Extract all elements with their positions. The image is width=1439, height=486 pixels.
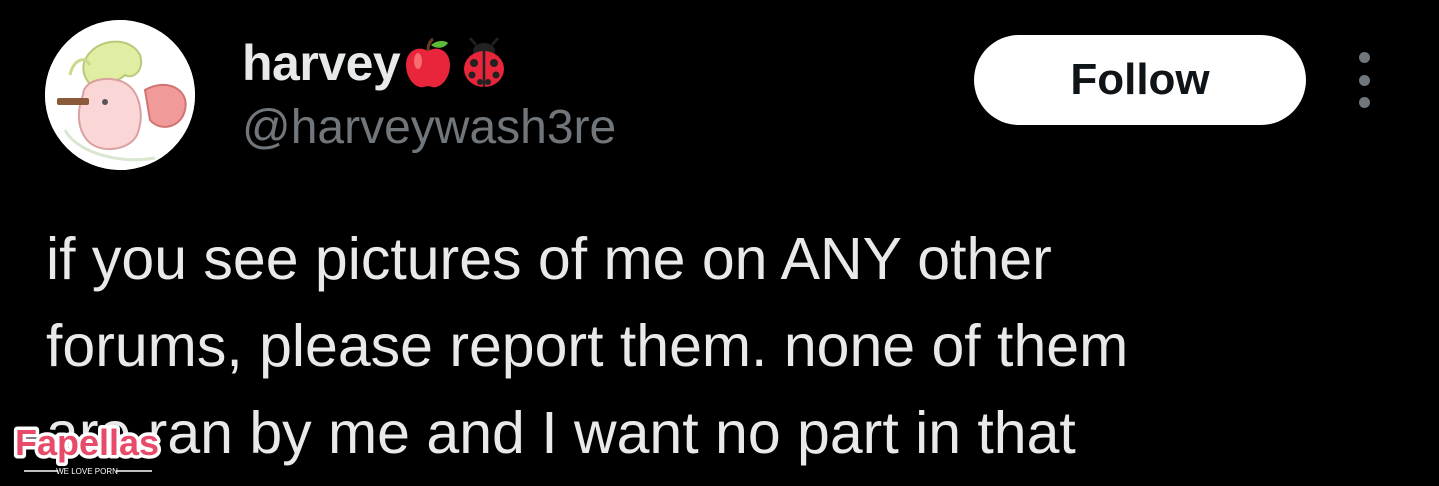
tweet-text: if you see pictures of me on ANY other f…	[46, 216, 1416, 477]
tweet-text-line: forums, please report them. none of them	[46, 313, 1129, 379]
more-dot	[1358, 74, 1370, 86]
watermark-logo: Fapellas Fapellas WE LOVE PORN	[6, 421, 168, 479]
avatar[interactable]	[45, 20, 195, 170]
watermark-brand: Fapellas	[15, 422, 159, 463]
tweet-text-line: if you see pictures of me on ANY other	[46, 226, 1052, 292]
display-name[interactable]: harvey	[242, 34, 401, 92]
more-vertical-icon[interactable]	[1349, 52, 1379, 108]
tweet-card: harvey @harveywash3re Follow if you see …	[0, 0, 1439, 486]
more-dot	[1358, 97, 1370, 108]
user-handle[interactable]: @harveywash3re	[242, 100, 616, 155]
tweet-text-line: are ran by me and I want no part in that	[46, 400, 1076, 466]
more-dot	[1358, 52, 1370, 63]
pony-avatar-icon	[45, 20, 195, 170]
ladybug-emoji-icon	[456, 35, 512, 91]
apple-emoji-icon	[400, 35, 456, 91]
display-name-row: harvey	[242, 30, 512, 96]
watermark-tagline: WE LOVE PORN	[56, 467, 118, 476]
follow-button[interactable]: Follow	[974, 35, 1306, 125]
